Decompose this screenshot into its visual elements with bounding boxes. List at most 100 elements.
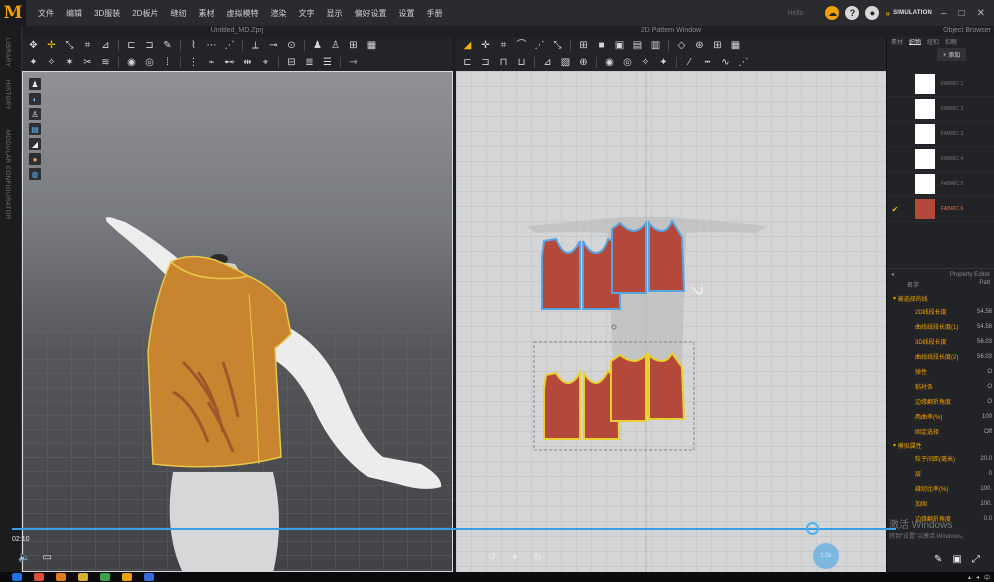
pattern-back-left[interactable] bbox=[611, 220, 647, 294]
garment-display-icon[interactable]: ◐ bbox=[29, 93, 41, 105]
tab-materials[interactable]: 素材 bbox=[891, 37, 903, 46]
property-row[interactable]: 粘衬条 O bbox=[887, 379, 994, 394]
property-value[interactable]: O bbox=[987, 384, 992, 390]
menu-settings[interactable]: 设置 bbox=[392, 8, 420, 19]
polygon-icon[interactable]: ⊞ bbox=[578, 37, 589, 54]
dart-icon[interactable]: ◇ bbox=[676, 37, 687, 54]
pattern-lower-back-left[interactable] bbox=[610, 352, 647, 422]
wechat-icon[interactable] bbox=[100, 573, 110, 581]
2d-pattern-viewport[interactable] bbox=[456, 71, 886, 572]
property-value[interactable]: 54.58 bbox=[977, 309, 992, 315]
section-simulation[interactable]: ▾ 模拟属性 bbox=[887, 439, 994, 451]
menu-2d-pattern[interactable]: 2D板片 bbox=[126, 8, 164, 19]
fabric-item[interactable]: FABRIC 2 bbox=[887, 97, 994, 122]
tack-arrange-icon[interactable]: ⊐ bbox=[144, 37, 155, 54]
dashed-line-icon[interactable]: ┅ bbox=[702, 54, 713, 71]
add-fabric-button[interactable]: + 添加 bbox=[937, 47, 967, 61]
pattern-front-left[interactable] bbox=[541, 237, 581, 310]
tab-library[interactable]: LIBRARY bbox=[4, 38, 10, 67]
buttonhole-2d-icon[interactable]: ◎ bbox=[622, 54, 633, 71]
property-row[interactable]: 弹性 O bbox=[887, 364, 994, 379]
rectangle-icon[interactable]: ■ bbox=[596, 37, 607, 54]
property-value[interactable]: 100 bbox=[982, 414, 992, 420]
property-value[interactable]: O bbox=[987, 399, 992, 405]
pen-icon[interactable]: ✎ bbox=[934, 554, 942, 565]
close-icon[interactable]: ✕ bbox=[974, 8, 988, 19]
pattern-lower-front-left[interactable] bbox=[543, 369, 581, 440]
video-progress-bar[interactable] bbox=[12, 528, 896, 530]
tape-icon[interactable]: ⊸ bbox=[268, 37, 279, 54]
property-row[interactable]: 边缘翻折角度 O bbox=[887, 394, 994, 409]
property-row[interactable]: 曲线线段长度(1) 54.58 bbox=[887, 319, 994, 334]
avatar-display-icon[interactable]: ♟ bbox=[29, 78, 41, 90]
tab-history[interactable]: HISTORY bbox=[4, 80, 10, 110]
forward-30-icon[interactable]: ↻ bbox=[533, 552, 541, 563]
circle-icon[interactable]: ▣ bbox=[614, 37, 625, 54]
pattern-back-right[interactable] bbox=[648, 218, 686, 292]
edit-curve-icon[interactable]: ⌗ bbox=[498, 37, 509, 54]
property-value[interactable]: 0.0 bbox=[984, 516, 992, 522]
volume-tray-icon[interactable]: ◂ bbox=[976, 574, 979, 581]
property-value[interactable]: O bbox=[987, 369, 992, 375]
zipper-icon[interactable]: ⁞ bbox=[162, 54, 173, 71]
buttonhole-icon[interactable]: ◎ bbox=[144, 54, 155, 71]
property-value[interactable]: 100. bbox=[980, 501, 992, 507]
pose-icon[interactable]: ✦ bbox=[28, 54, 39, 71]
menu-text[interactable]: 文字 bbox=[292, 8, 320, 19]
avatar-measure-icon[interactable]: ⟂ bbox=[250, 37, 261, 54]
hide-icon[interactable]: ⊟ bbox=[286, 54, 297, 71]
grid-view-icon[interactable]: ▦ bbox=[730, 37, 741, 54]
wave-line-icon[interactable]: ∿ bbox=[720, 54, 731, 71]
fabric-swatch[interactable] bbox=[915, 199, 935, 219]
section-selected-line[interactable]: ▾ 被选择的线 bbox=[887, 292, 994, 304]
captions-icon[interactable]: ▭ bbox=[42, 552, 51, 563]
select-move-icon[interactable]: ✥ bbox=[28, 37, 39, 54]
free-sew-icon[interactable]: ⊐ bbox=[480, 54, 491, 71]
menu-avatar[interactable]: 虚拟模特 bbox=[220, 8, 264, 19]
collapse-icon[interactable]: ◂ bbox=[891, 271, 894, 278]
select-mesh-icon[interactable]: ✛ bbox=[46, 37, 57, 54]
fabric-grain-icon[interactable]: ⊕ bbox=[578, 54, 589, 71]
transform-icon[interactable]: ⤡ bbox=[64, 37, 75, 54]
menu-render[interactable]: 渲染 bbox=[264, 8, 292, 19]
align-icon[interactable]: ≣ bbox=[304, 54, 315, 71]
mesh-view-icon[interactable]: ◢ bbox=[29, 138, 41, 150]
steam-icon[interactable]: ≋ bbox=[100, 54, 111, 71]
lines-icon[interactable]: ☰ bbox=[322, 54, 333, 71]
add-point-icon[interactable]: ⋰ bbox=[534, 37, 545, 54]
topstitch-2d-icon[interactable]: ✧ bbox=[640, 54, 651, 71]
zigzag-line-icon[interactable]: ⋰ bbox=[738, 54, 749, 71]
property-value[interactable]: 100. bbox=[980, 486, 992, 492]
fabric-swatch[interactable] bbox=[915, 74, 935, 94]
puckering-2d-icon[interactable]: ✦ bbox=[658, 54, 669, 71]
brush-icon[interactable]: ✎ bbox=[162, 37, 173, 54]
environment-icon[interactable]: ◍ bbox=[29, 168, 41, 180]
property-row[interactable]: 加固 100. bbox=[887, 496, 994, 511]
pin-box-icon[interactable]: ⌗ bbox=[82, 37, 93, 54]
help-icon[interactable]: ? bbox=[845, 6, 860, 20]
show-avatar-icon[interactable]: ♟ bbox=[312, 37, 323, 54]
arrangement-icon[interactable]: ⊙ bbox=[286, 37, 297, 54]
menu-file[interactable]: 文件 bbox=[32, 8, 60, 19]
rewind-10-icon[interactable]: ↺ bbox=[488, 552, 496, 563]
3d-viewport[interactable]: ♟ ◐ ♙ ▤ ◢ ● ◍ bbox=[22, 71, 453, 572]
garment-shirt[interactable] bbox=[147, 255, 292, 468]
firefox-icon[interactable] bbox=[56, 573, 66, 581]
cloud-icon[interactable]: ☁ bbox=[825, 6, 840, 20]
menu-preferences[interactable]: 偏好设置 bbox=[348, 8, 392, 19]
marvelous-icon[interactable] bbox=[122, 573, 132, 581]
browser-icon[interactable] bbox=[34, 573, 44, 581]
trace-icon[interactable]: ⊛ bbox=[694, 37, 705, 54]
tab-buttons[interactable]: 纽扣 bbox=[927, 37, 939, 46]
grid-toggle-icon[interactable]: ⊞ bbox=[712, 37, 723, 54]
menu-edit[interactable]: 编辑 bbox=[60, 8, 88, 19]
pause-icon[interactable]: ⏸ bbox=[512, 552, 517, 563]
pattern-group-lower[interactable] bbox=[543, 351, 686, 440]
table-grid-icon[interactable]: ▦ bbox=[366, 37, 377, 54]
button-2d-icon[interactable]: ◉ bbox=[604, 54, 615, 71]
menu-sewing[interactable]: 缝纫 bbox=[164, 8, 192, 19]
playback-speed-button[interactable]: 1.0x bbox=[813, 543, 839, 569]
property-value[interactable]: 0 bbox=[989, 471, 992, 477]
property-row[interactable]: 固定选择 Off bbox=[887, 424, 994, 439]
edit-pattern-icon[interactable]: ✛ bbox=[480, 37, 491, 54]
